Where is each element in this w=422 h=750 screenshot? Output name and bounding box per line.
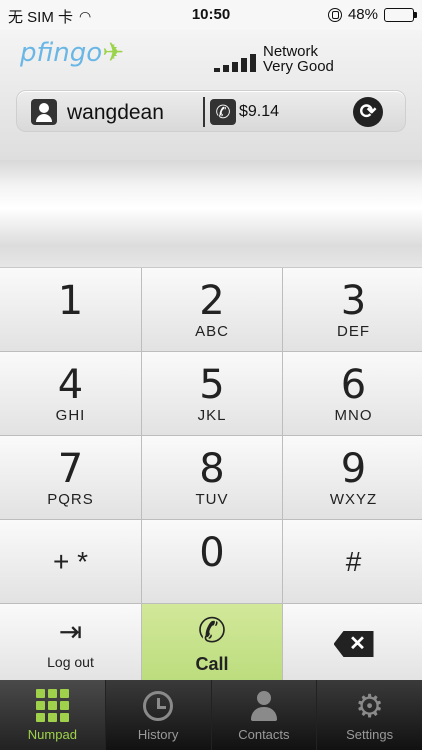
key-digit: 6 (340, 361, 367, 408)
header: pfingo✈ Network Very Good wangdean ✆ $9.… (0, 30, 422, 160)
key-digit: 5 (199, 361, 225, 408)
status-bar: 无 SIM 卡 ◠ 10:50 48% (0, 0, 422, 30)
key-digit: # (345, 545, 362, 577)
key-digit: 2 (199, 277, 225, 324)
key-letters: TUV (195, 490, 229, 508)
battery-percent: 48% (347, 6, 378, 23)
tab-label: History (137, 726, 179, 742)
key-letters: GHI (55, 406, 86, 424)
key-letters: MNO (334, 406, 373, 424)
orientation-lock-icon (327, 7, 342, 22)
balance: $9.14 (239, 103, 280, 120)
key-digit: + * (52, 545, 89, 577)
key-4[interactable]: 4 GHI (0, 352, 141, 435)
key-letters: PQRS (47, 490, 94, 508)
pfingo-logo: pfingo✈ (20, 38, 124, 68)
logout-label: Log out (47, 654, 94, 670)
key-digit: 7 (57, 445, 84, 492)
key-letters: DEF (337, 322, 370, 340)
key-digit: 0 (199, 529, 225, 576)
clock-icon (141, 689, 175, 723)
backspace-icon: ✕ (333, 631, 374, 657)
key-5[interactable]: 5 JKL (142, 352, 282, 435)
account-bar: wangdean ✆ $9.14 ⟳ (16, 90, 406, 132)
gear-icon: ⚙ (355, 687, 384, 724)
user-icon (31, 99, 57, 125)
key-letters: ABC (195, 322, 229, 340)
tab-label: Numpad (27, 726, 77, 742)
key-plus-star[interactable]: + * (0, 520, 141, 603)
numpad-icon (35, 688, 69, 723)
phone-credit-icon: ✆ (210, 99, 236, 125)
phone-icon: ✆ (197, 611, 227, 650)
tab-contacts[interactable]: Contacts (210, 680, 317, 750)
key-1[interactable]: 1 (0, 268, 141, 351)
key-8[interactable]: 8 TUV (142, 436, 282, 519)
key-letters: WXYZ (329, 490, 378, 508)
network-status: Network Very Good (263, 44, 334, 74)
key-6[interactable]: 6 MNO (283, 352, 422, 435)
keypad: 1 2 ABC 3 DEF 4 GHI 5 JKL 6 MNO 7 PQRS 8 TUV 9W… (0, 268, 422, 684)
logout-button[interactable]: ⇥ Log out (0, 604, 141, 684)
backspace-button[interactable]: ✕ (283, 604, 422, 684)
key-digit: 4 (57, 361, 84, 408)
call-label: Call (195, 653, 229, 674)
divider (203, 97, 205, 127)
tab-history[interactable]: History (104, 680, 211, 750)
person-icon (247, 689, 281, 723)
tab-label: Settings (346, 726, 394, 742)
tab-numpad[interactable]: Numpad (0, 680, 105, 750)
key-3[interactable]: 3 DEF (283, 268, 422, 351)
key-7[interactable]: 7 PQRS (0, 436, 141, 519)
signal-bars-icon (214, 54, 256, 72)
key-2[interactable]: 2 ABC (142, 268, 282, 351)
battery-icon (384, 7, 417, 22)
key-digit: 3 (340, 277, 367, 324)
tab-settings[interactable]: ⚙ Settings (316, 680, 422, 750)
key-digit: 9 (340, 445, 367, 492)
key-0[interactable]: 0 (142, 520, 282, 603)
key-digit: 8 (199, 445, 225, 492)
status-right: 48% (327, 6, 417, 23)
tab-bar: Numpad History Contacts ⚙ Settings (0, 680, 422, 750)
username: wangdean (67, 101, 164, 124)
network-quality: Very Good (263, 58, 334, 75)
tab-label: Contacts (238, 726, 290, 742)
call-button[interactable]: ✆ Call (142, 604, 282, 684)
key-9[interactable]: 9 WXYZ (283, 436, 422, 519)
logout-icon: ⇥ (58, 616, 83, 647)
key-digit: 1 (57, 277, 84, 324)
network-label: Network (263, 43, 319, 60)
refresh-button[interactable]: ⟳ (353, 97, 383, 127)
key-hash[interactable]: # (283, 520, 422, 603)
number-display (0, 160, 422, 268)
key-letters: JKL (197, 406, 227, 424)
